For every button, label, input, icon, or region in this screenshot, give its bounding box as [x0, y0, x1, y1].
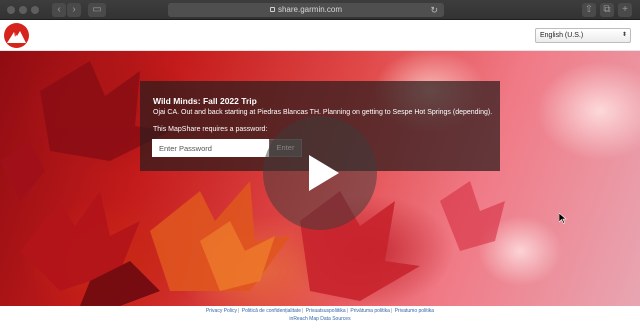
back-icon[interactable]: ‹: [52, 3, 66, 17]
address-bar[interactable]: share.garmin.com ↻: [168, 3, 444, 17]
language-select[interactable]: English (U.S.) ⬍: [535, 28, 631, 43]
play-icon: [309, 155, 339, 191]
garmin-mountain-logo[interactable]: [4, 23, 29, 48]
password-input[interactable]: [152, 139, 269, 157]
footer-link-et[interactable]: Privaatsuspoliitika: [306, 308, 346, 314]
sidebar-icon[interactable]: ▭: [88, 3, 106, 17]
footer-links: Privacy Policy| Politică de confidențial…: [0, 306, 640, 314]
lock-icon: [269, 7, 275, 12]
footer-link-lv[interactable]: Privātuma politika: [350, 308, 389, 314]
play-button[interactable]: [263, 116, 377, 230]
password-prompt: This MapShare requires a password:: [153, 126, 268, 133]
browser-toolbar: ‹ › ▭ ◐ share.garmin.com ↻ ⇧ ⧉ +: [0, 0, 640, 20]
new-tab-icon[interactable]: +: [618, 3, 632, 17]
footer: Privacy Policy| Politică de confidențial…: [0, 306, 640, 335]
footer-link-map-data-sources[interactable]: inReach Map Data Sources: [0, 316, 640, 322]
footer-link-lt[interactable]: Privatumo politika: [395, 308, 434, 314]
hero-background: Wild Minds: Fall 2022 Trip Ojai CA. Out …: [0, 51, 640, 306]
share-icon[interactable]: ⇧: [582, 3, 596, 17]
minimize-window-button[interactable]: [19, 6, 27, 14]
footer-separator: |: [346, 308, 349, 314]
footer-separator: |: [390, 308, 393, 314]
language-select-value: English (U.S.): [540, 32, 584, 39]
chevron-updown-icon: ⬍: [621, 32, 627, 38]
maximize-window-button[interactable]: [31, 6, 39, 14]
close-window-button[interactable]: [7, 6, 15, 14]
footer-link-privacy-policy[interactable]: Privacy Policy: [206, 308, 237, 314]
footer-separator: |: [238, 308, 240, 314]
forward-icon[interactable]: ›: [67, 3, 81, 17]
trip-title: Wild Minds: Fall 2022 Trip: [153, 96, 257, 106]
url-text: share.garmin.com: [277, 5, 343, 14]
site-header: English (U.S.) ⬍: [0, 20, 640, 51]
trip-description: Ojai CA. Out and back starting at Piedra…: [153, 109, 493, 116]
footer-link-ro[interactable]: Politică de confidențialitate: [242, 308, 301, 314]
reload-icon[interactable]: ↻: [430, 3, 438, 17]
footer-separator: |: [301, 308, 304, 314]
tabs-icon[interactable]: ⧉: [600, 3, 614, 17]
mouse-cursor-icon: [559, 213, 567, 224]
